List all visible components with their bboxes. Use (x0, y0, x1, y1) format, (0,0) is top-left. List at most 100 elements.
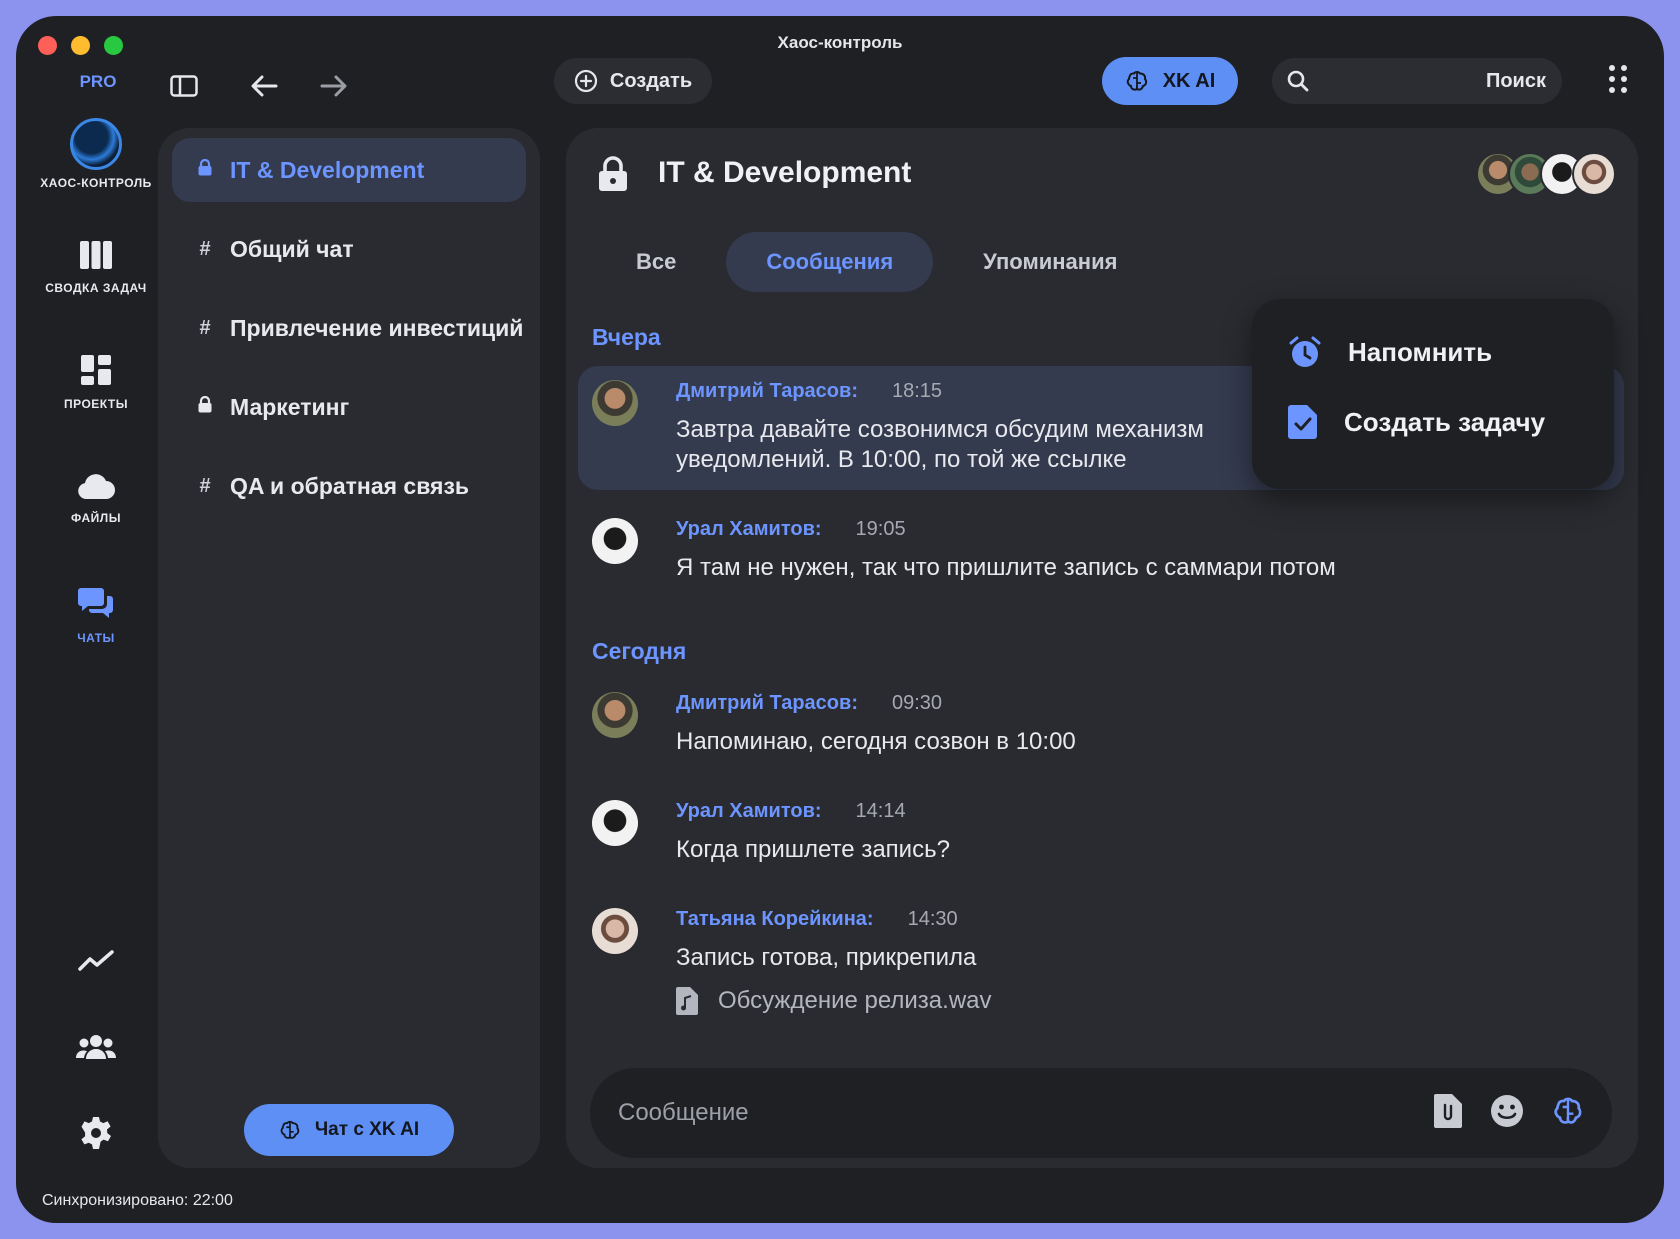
channel-label: IT & Development (230, 156, 425, 183)
message-text: Я там не нужен, так что пришлите запись … (676, 554, 1336, 581)
message-author[interactable]: Урал Хамитов: (676, 518, 822, 541)
users-icon (76, 1035, 116, 1059)
apps-menu-button[interactable] (1608, 64, 1628, 99)
sidebar-toggle-button[interactable] (164, 66, 204, 106)
message-author[interactable]: Дмитрий Тарасов: (676, 692, 858, 715)
message-time: 14:14 (855, 800, 906, 822)
rail-item-tasks[interactable]: СВОДКА ЗАДАЧ (16, 240, 176, 295)
hash-icon: # (199, 316, 211, 339)
back-button[interactable] (244, 66, 284, 106)
app-window: Хаос-контроль PRO Создать XK AI Поиск ХА… (16, 16, 1664, 1223)
message-author[interactable]: Татьяна Корейкина: (676, 908, 874, 931)
logo-icon (70, 118, 122, 170)
settings-button[interactable] (16, 1116, 176, 1155)
plus-circle-icon (574, 69, 597, 93)
arrow-right-icon (320, 75, 347, 97)
rail-item-files[interactable]: ФАЙЛЫ (16, 472, 176, 525)
nav-rail: ХАОС-КОНТРОЛЬ СВОДКА ЗАДАЧ ПРОЕКТЫ ФАЙЛЫ… (16, 116, 176, 1216)
message[interactable]: Дмитрий Тарасов: 09:30 Напоминаю, сегодн… (578, 678, 1624, 771)
search-field[interactable]: Поиск (1272, 58, 1562, 104)
audio-file-icon (676, 987, 698, 1015)
menu-item-label: Создать задачу (1344, 406, 1546, 437)
sidebar-icon (170, 75, 198, 97)
cloud-icon (78, 474, 115, 499)
arrow-left-icon (251, 75, 278, 97)
tab-mentions[interactable]: Упоминания (943, 232, 1157, 292)
rail-item-label: СВОДКА ЗАДАЧ (45, 281, 147, 295)
dashboard-icon (81, 355, 111, 385)
message-time: 09:30 (891, 692, 943, 714)
create-button-label: Создать (609, 69, 693, 92)
analytics-button[interactable] (16, 949, 176, 978)
message-author[interactable]: Дмитрий Тарасов: (676, 380, 858, 403)
sync-status: Синхронизировано: 22:00 (42, 1192, 233, 1209)
message-time: 19:05 (855, 518, 906, 540)
chat-with-ai-button[interactable]: Чат с XK AI (244, 1104, 454, 1156)
member-avatars[interactable] (1476, 152, 1616, 196)
rail-item-label: ФАЙЛЫ (71, 511, 121, 525)
channel-item-qa[interactable]: # QA и обратная связь (172, 454, 526, 518)
rail-item-chats[interactable]: ЧАТЫ (16, 586, 176, 645)
channel-list-panel: IT & Development # Общий чат # Привлечен… (158, 128, 540, 1168)
menu-item-create-task[interactable]: Создать задачу (1288, 405, 1545, 439)
app-name-label: ХАОС-КОНТРОЛЬ (40, 176, 152, 190)
menu-item-remind[interactable]: Напомнить (1288, 335, 1492, 369)
lock-icon (196, 395, 214, 419)
brain-icon (280, 1120, 300, 1139)
message-composer (590, 1068, 1612, 1158)
columns-icon (80, 241, 112, 269)
rail-item-label: ЧАТЫ (77, 631, 115, 645)
avatar (592, 518, 638, 564)
channel-item-marketing[interactable]: Маркетинг (172, 375, 526, 439)
task-file-icon (1288, 405, 1317, 439)
message[interactable]: Урал Хамитов: 19:05 Я там не нужен, так … (578, 504, 1624, 597)
avatar (592, 908, 638, 954)
attach-file-icon (1434, 1093, 1462, 1128)
message[interactable]: Татьяна Корейкина: 14:30 Запись готова, … (578, 894, 1624, 1029)
message-text: Завтра давайте созвонимся обсудим механи… (676, 416, 1204, 473)
attach-file-button[interactable] (1434, 1093, 1462, 1133)
message-input[interactable] (618, 1099, 1434, 1127)
ai-assist-button[interactable] (1552, 1095, 1584, 1132)
channel-item-investments[interactable]: # Привлечение инвестиций (172, 296, 526, 360)
create-button[interactable]: Создать (554, 58, 712, 104)
message-author[interactable]: Урал Хамитов: (676, 800, 822, 823)
brain-icon (1126, 70, 1147, 91)
message-context-menu: Напомнить Создать задачу (1252, 299, 1614, 489)
rail-item-label: ПРОЕКТЫ (63, 397, 128, 411)
channel-label: Привлечение инвестиций (230, 314, 524, 341)
hash-icon: # (199, 237, 211, 260)
message[interactable]: Урал Хамитов: 14:14 Когда пришлете запис… (578, 786, 1624, 879)
app-logo[interactable]: ХАОС-КОНТРОЛЬ (16, 118, 176, 190)
message-text: Запись готова, прикрепила (676, 944, 977, 971)
attachment[interactable]: Обсуждение релиза.wav (676, 987, 1624, 1015)
avatar (592, 800, 638, 846)
tab-messages[interactable]: Сообщения (726, 232, 934, 292)
channel-item-general[interactable]: # Общий чат (172, 217, 526, 281)
day-separator: Вчера (592, 324, 661, 350)
team-button[interactable] (16, 1034, 176, 1065)
forward-button[interactable] (314, 66, 354, 106)
attachment-name: Обсуждение релиза.wav (718, 987, 992, 1014)
avatar (1572, 152, 1616, 196)
day-separator: Сегодня (592, 638, 687, 664)
tab-all[interactable]: Все (596, 232, 716, 292)
lock-icon (196, 158, 214, 182)
ai-button[interactable]: XK AI (1102, 57, 1238, 105)
pro-badge: PRO (79, 72, 117, 91)
channel-label: Общий чат (230, 235, 354, 262)
search-icon (1287, 70, 1309, 92)
chat-with-ai-label: Чат с XK AI (314, 1119, 420, 1140)
rail-item-projects[interactable]: ПРОЕКТЫ (16, 354, 176, 411)
channel-item-it-development[interactable]: IT & Development (172, 138, 526, 202)
hash-icon: # (199, 474, 211, 497)
window-title: Хаос-контроль (777, 33, 903, 52)
message-text: Напоминаю, сегодня созвон в 10:00 (676, 728, 1076, 755)
chat-tabs: Все Сообщения Упоминания (596, 232, 1157, 292)
message-time: 14:30 (907, 908, 958, 930)
chat-panel: IT & Development Все Сообщения Упоминани… (566, 128, 1638, 1168)
channel-label: Маркетинг (230, 393, 350, 420)
channel-label: QA и обратная связь (230, 472, 470, 499)
emoji-button[interactable] (1490, 1094, 1524, 1133)
grid-dots-icon (1609, 65, 1627, 93)
